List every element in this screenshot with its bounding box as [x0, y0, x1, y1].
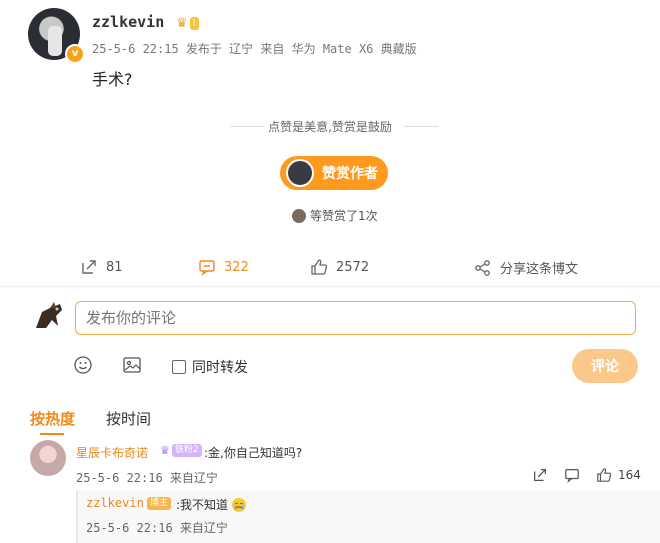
reply-meta: 25-5-6 22:16 来自辽宁 [86, 521, 228, 535]
author-name[interactable]: zzlkevin [92, 13, 164, 31]
reward-author-button[interactable]: 赞赏作者 [280, 156, 388, 190]
comment-count: 322 [224, 259, 249, 275]
action-divider [0, 286, 660, 287]
reply-text-row: :我不知道 [176, 496, 247, 513]
reward-tip: 点赞是美意,赞赏是鼓励 [268, 120, 392, 134]
comment-meta: 25-5-6 22:16 来自辽宁 [76, 471, 218, 485]
like-icon [596, 467, 612, 483]
repost-check-label: 同时转发 [192, 360, 248, 376]
comment-author-avatar[interactable] [30, 440, 66, 476]
share-button[interactable]: 分享这条博文 [474, 258, 578, 277]
comment-button[interactable]: 322 [198, 258, 249, 276]
crown-icon: ♛ [176, 15, 188, 31]
comment-actions: 164 [532, 467, 641, 483]
crying-emoji-icon [231, 497, 247, 513]
fan-badge: 铁粉2 [171, 444, 202, 457]
like-button[interactable]: 2572 [310, 258, 369, 276]
repost-checkbox[interactable]: 同时转发 [172, 357, 248, 377]
post-text: 手术? [92, 70, 133, 89]
tab-sort-time[interactable]: 按时间 [106, 408, 151, 429]
repost-icon [80, 258, 98, 276]
tab-sort-hot[interactable]: 按热度 [30, 408, 75, 435]
emoji-button[interactable] [73, 355, 93, 375]
comment-like-count: 164 [618, 468, 641, 482]
checkbox-icon[interactable] [172, 360, 186, 374]
like-count: 2572 [336, 259, 370, 275]
member-badge[interactable]: ♛ I [172, 15, 203, 31]
rewarded-text: 等赞赏了1次 [310, 209, 378, 223]
reward-avatar [286, 159, 314, 187]
post-meta: 25-5-6 22:15 发布于 辽宁 来自 华为 Mate X6 典藏版 [92, 42, 417, 56]
author-tag: 博主 [147, 497, 172, 510]
comment-icon [198, 258, 216, 276]
emoji-icon [73, 355, 93, 375]
rewarder-avatar [292, 208, 306, 223]
verified-icon: v [65, 44, 85, 64]
image-icon [122, 355, 142, 375]
level-badge: I [189, 16, 199, 30]
comment-reply-icon[interactable] [564, 467, 580, 483]
share-icon [474, 259, 492, 277]
crown-icon: ♛ [160, 444, 170, 457]
share-label: 分享这条博文 [500, 262, 579, 277]
current-user-avatar[interactable] [32, 298, 66, 332]
reply-indent-bar [76, 490, 78, 543]
like-icon [310, 258, 328, 276]
submit-comment-button[interactable]: 评论 [572, 349, 638, 383]
image-button[interactable] [122, 355, 142, 375]
reply-text: :我不知道 [176, 498, 229, 512]
comment-author-name[interactable]: 星辰卡布奇诺 [76, 444, 148, 461]
comment-like-button[interactable]: 164 [596, 467, 641, 483]
comment-text: :金,你自己知道吗? [204, 446, 303, 460]
comment-author-badges: ♛ 铁粉2 [160, 444, 202, 457]
rewarded-info[interactable]: 等赞赏了1次 [292, 207, 378, 224]
repost-count: 81 [106, 259, 123, 275]
comment-repost-icon[interactable] [532, 467, 548, 483]
reply-author-name[interactable]: zzlkevin [86, 496, 144, 510]
reward-button-label: 赞赏作者 [322, 166, 378, 182]
repost-button[interactable]: 81 [80, 258, 123, 276]
comment-input[interactable] [75, 301, 636, 335]
